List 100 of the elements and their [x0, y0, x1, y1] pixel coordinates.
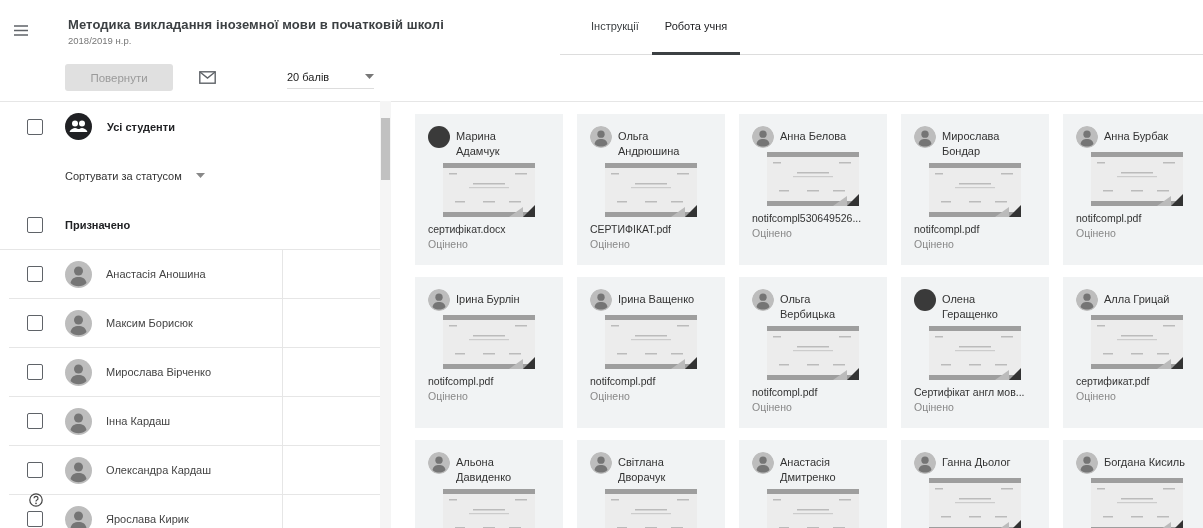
submission-card[interactable]: Ольга Вербицька notifcompl.pdf Оцінено: [739, 277, 887, 428]
student-name[interactable]: Мирослава Вірченко: [106, 366, 212, 378]
avatar-icon: [590, 452, 612, 474]
status-label: Оцінено: [590, 390, 631, 402]
checkbox[interactable]: [27, 364, 43, 380]
submission-card[interactable]: Алла Грицай сертификат.pdf Оцінено: [1063, 277, 1203, 428]
status-label: Оцінено: [428, 238, 469, 250]
avatar-icon: [65, 358, 92, 386]
file-name[interactable]: notifcompl.pdf: [428, 375, 553, 387]
avatar-icon: [590, 126, 612, 148]
course-year: 2018/2019 н.р.: [68, 35, 133, 46]
submission-card[interactable]: Анастасія Дмитренко: [739, 440, 887, 528]
student-name[interactable]: Інна Кардаш: [106, 415, 171, 427]
avatar-icon: [914, 126, 936, 148]
avatar-icon: [590, 289, 612, 311]
sort-dropdown[interactable]: Сортувати за статусом: [65, 169, 205, 182]
student-name: Мирослава Бондар: [942, 129, 1001, 159]
submission-card[interactable]: Ірина Ващенко notifcompl.pdf Оцінено: [577, 277, 725, 428]
dropdown-arrow-icon: [365, 74, 374, 79]
status-label: Оцінено: [1076, 390, 1117, 402]
group-label: Призначено: [65, 218, 131, 231]
checkbox[interactable]: [27, 511, 43, 527]
email-icon[interactable]: [199, 71, 216, 84]
avatar-photo-placeholder: [914, 289, 936, 311]
submission-card[interactable]: Ганна Дьолог: [901, 440, 1049, 528]
avatar-icon: [752, 452, 774, 474]
dropdown-arrow-icon: [195, 173, 205, 178]
student-name: Богдана Кисиль: [1104, 455, 1186, 470]
avatar-photo-placeholder: [428, 126, 450, 148]
submission-card[interactable]: Анна Бурбак notifcompl.pdf Оцінено: [1063, 114, 1203, 265]
student-name[interactable]: Олександра Кардаш: [106, 464, 212, 476]
submission-card[interactable]: Ольга Андрюшина СЕРТИФІКАТ.pdf Оцінено: [577, 114, 725, 265]
file-name[interactable]: notifcompl.pdf: [1076, 212, 1201, 224]
avatar-icon: [752, 126, 774, 148]
scrollbar[interactable]: [380, 101, 391, 528]
course-title: Методика викладання іноземної мови в початковій школі: [68, 17, 444, 32]
avatar-icon: [752, 289, 774, 311]
student-name: Олена Геращенко: [942, 292, 999, 322]
avatar-icon: [428, 289, 450, 311]
student-name: Алла Грицай: [1104, 292, 1171, 307]
avatar-icon: [428, 452, 450, 474]
submission-card[interactable]: Анна Белова notifcompl530649526... Оцінено: [739, 114, 887, 265]
file-name[interactable]: сертификат.pdf: [1076, 375, 1201, 387]
menu-icon[interactable]: [14, 25, 28, 36]
status-label: Оцінено: [914, 238, 955, 250]
student-name[interactable]: Максим Борисюк: [106, 317, 193, 329]
avatar-icon: [1076, 289, 1098, 311]
student-name[interactable]: Анастасія Аношина: [106, 268, 206, 280]
status-label: Оцінено: [428, 390, 469, 402]
student-name: Анна Бурбак: [1104, 129, 1170, 144]
checkbox[interactable]: [27, 266, 43, 282]
student-name: Ірина Ващенко: [618, 292, 696, 307]
avatar-icon: [1076, 452, 1098, 474]
group-icon: [65, 113, 92, 140]
checkbox[interactable]: [27, 413, 43, 429]
submission-card[interactable]: Марина Адамчук сертифікат.docx Оцінено: [415, 114, 563, 265]
submission-card[interactable]: Богдана Кисиль: [1063, 440, 1203, 528]
submission-card[interactable]: Олена Геращенко Сертифікат англ мов... Оцінено: [901, 277, 1049, 428]
submission-card[interactable]: Світлана Дворачук: [577, 440, 725, 528]
avatar-icon: [65, 260, 92, 288]
checkbox[interactable]: [27, 118, 43, 135]
status-label: Оцінено: [752, 227, 793, 239]
status-label: Оцінено: [590, 238, 631, 250]
file-name[interactable]: notifcompl530649526...: [752, 212, 877, 224]
avatar-icon: [1076, 126, 1098, 148]
file-name[interactable]: notifcompl.pdf: [752, 386, 877, 398]
student-name: Анна Белова: [780, 129, 848, 144]
status-label: Оцінено: [914, 401, 955, 413]
file-name[interactable]: notifcompl.pdf: [590, 375, 715, 387]
submission-card[interactable]: Мирослава Бондар notifcompl.pdf Оцінено: [901, 114, 1049, 265]
student-name: Ірина Бурлін: [456, 292, 521, 307]
avatar-icon: [65, 309, 92, 337]
avatar-icon: [65, 505, 92, 528]
checkbox[interactable]: [27, 216, 43, 233]
submission-card[interactable]: Альона Давиденко: [415, 440, 563, 528]
student-name: Ольга Вербицька: [780, 292, 837, 322]
checkbox[interactable]: [27, 315, 43, 331]
help-icon[interactable]: [29, 493, 43, 507]
tab[interactable]: Робота учня: [651, 0, 741, 55]
student-name: Альона Давиденко: [456, 455, 513, 485]
submission-card[interactable]: Ірина Бурлін notifcompl.pdf Оцінено: [415, 277, 563, 428]
avatar-icon: [65, 456, 92, 484]
student-name: Ганна Дьолог: [942, 455, 1012, 470]
student-name: Анастасія Дмитренко: [780, 455, 837, 485]
status-label: Оцінено: [1076, 227, 1117, 239]
file-name[interactable]: Сертифікат англ мов...: [914, 386, 1039, 398]
tab[interactable]: Інструкції: [578, 0, 652, 55]
student-name: Марина Адамчук: [456, 129, 501, 159]
file-name[interactable]: notifcompl.pdf: [914, 223, 1039, 235]
status-label: Оцінено: [752, 401, 793, 413]
avatar-icon: [914, 452, 936, 474]
file-name[interactable]: сертифікат.docx: [428, 223, 553, 235]
student-name: Ольга Андрюшина: [618, 129, 681, 159]
file-name[interactable]: СЕРТИФІКАТ.pdf: [590, 223, 715, 235]
student-name: Світлана Дворачук: [618, 455, 667, 485]
points-select[interactable]: 20 балів: [287, 66, 374, 89]
checkbox[interactable]: [27, 462, 43, 478]
student-name[interactable]: Ярослава Кирик: [106, 513, 189, 525]
avatar-icon: [65, 407, 92, 435]
all-students-label: Усі студенти: [107, 120, 175, 133]
